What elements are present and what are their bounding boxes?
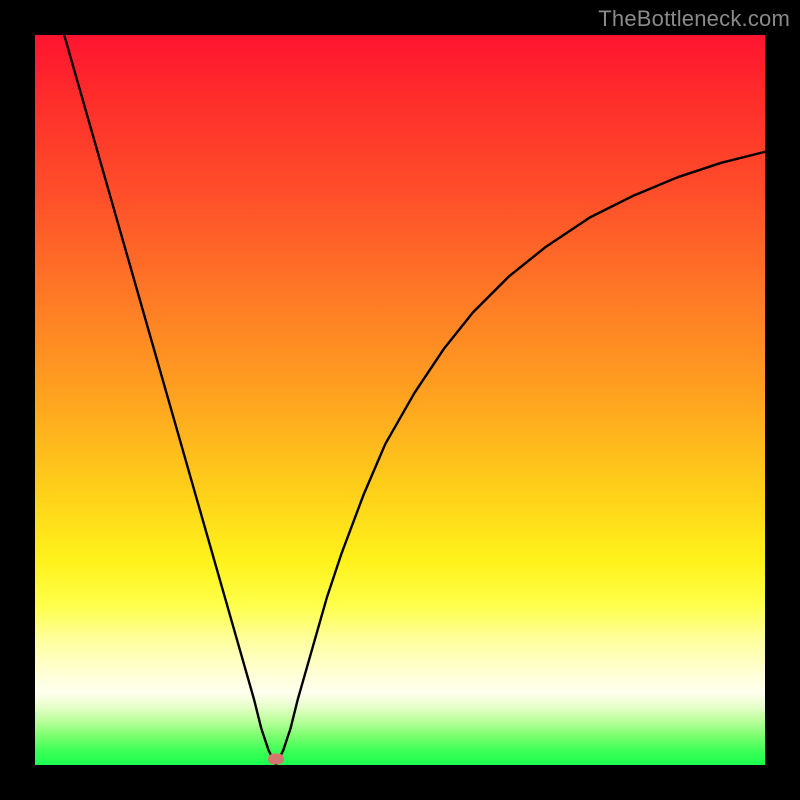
bottleneck-curve	[35, 35, 765, 765]
chart-frame: TheBottleneck.com	[0, 0, 800, 800]
optimal-point-marker	[268, 754, 284, 765]
plot-area	[35, 35, 765, 765]
watermark-text: TheBottleneck.com	[598, 6, 790, 32]
